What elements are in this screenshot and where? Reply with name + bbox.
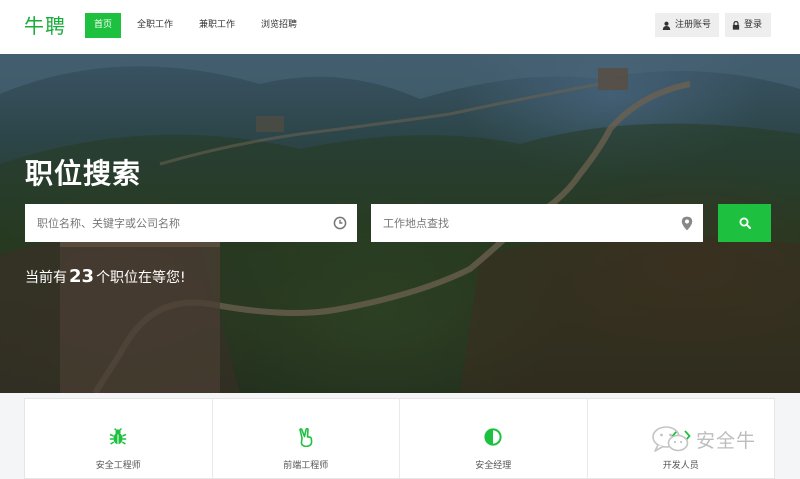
watermark: 安全牛 [650,424,756,454]
site-logo[interactable]: 牛聘 [24,10,66,39]
search-button[interactable] [718,204,771,242]
user-icon [662,21,671,30]
register-button[interactable]: 注册账号 [655,13,719,37]
category-security-manager[interactable]: 安全经理 [400,399,588,478]
main-nav: 首页 全职工作 兼职工作 浏览招聘 [85,13,313,38]
map-pin-icon [681,216,693,231]
location-input[interactable] [371,204,703,242]
nav-item-home[interactable]: 首页 [85,13,122,38]
login-button[interactable]: 登录 [725,13,771,37]
location-search-box[interactable] [371,204,703,242]
category-label: 开发人员 [662,461,699,471]
lock-icon [732,20,740,30]
login-label: 登录 [744,20,763,30]
category-label: 安全工程师 [95,461,141,471]
nav-item-fulltime[interactable]: 全职工作 [127,13,183,38]
wechat-logo-icon [652,426,689,452]
category-security-engineer[interactable]: 安全工程师 [25,399,213,478]
count-suffix: 个职位在等您! [96,270,186,286]
nav-item-parttime[interactable]: 兼职工作 [189,13,245,38]
hero-banner: 职位搜索 当前有23个职位在等您! [0,54,800,393]
count-prefix: 当前有 [25,270,67,286]
contrast-icon [484,428,502,446]
register-label: 注册账号 [675,20,712,30]
keyword-input[interactable] [25,204,357,242]
search-icon [739,217,751,229]
category-frontend-engineer[interactable]: 前端工程师 [213,399,400,478]
nav-item-browse[interactable]: 浏览招聘 [251,13,307,38]
top-header: 牛聘 首页 全职工作 兼职工作 浏览招聘 注册账号 登录 [0,0,800,54]
bug-icon [109,428,127,445]
category-label: 前端工程师 [283,461,329,471]
clock-icon [333,216,347,230]
peace-hand-icon [298,428,313,447]
job-count-text: 当前有 23 个职位在等您! [25,266,186,287]
watermark-text: 安全牛 [696,429,757,452]
keyword-search-box[interactable] [25,204,357,242]
category-label: 安全经理 [475,461,512,471]
job-count-number: 23 [69,266,95,287]
hero-title: 职位搜索 [25,157,142,190]
